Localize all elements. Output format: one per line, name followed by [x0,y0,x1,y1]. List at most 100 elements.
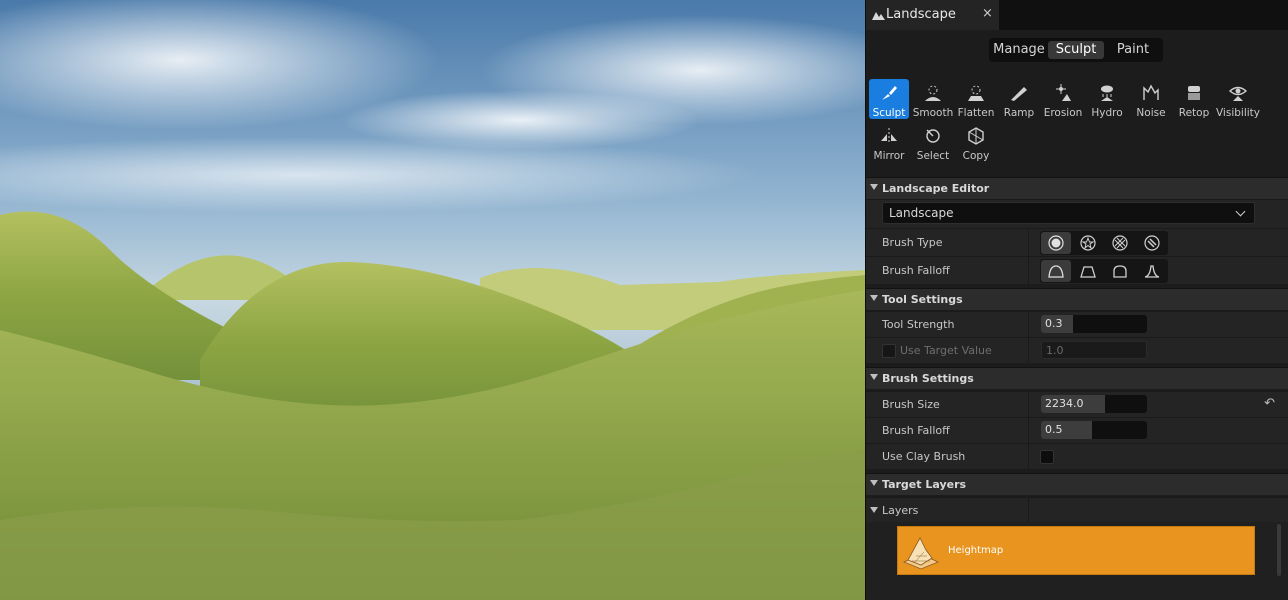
collapse-arrow-icon[interactable] [870,507,878,513]
brush-type-label: Brush Type [882,236,943,249]
collapse-arrow-icon [870,480,878,486]
smooth-icon [925,85,941,101]
brush-type-pattern-button[interactable] [1105,232,1135,254]
tab-landscape[interactable]: Landscape × [866,0,999,30]
section-title: Brush Settings [882,372,974,385]
section-brush-settings[interactable]: Brush Settings [866,367,1288,389]
component-brush-icon [1144,235,1160,251]
tool-strength-row: Tool Strength 0.3 [866,311,1288,337]
brush-size-label: Brush Size [882,398,940,411]
collapse-arrow-icon [870,184,878,190]
brush-falloff-label: Brush Falloff [882,424,950,437]
brush-falloff-row: Brush Falloff 0.5 [866,417,1288,443]
layers-label: Layers [882,504,919,517]
flatten-icon [968,85,984,101]
tool-mirror[interactable]: Mirror [869,122,909,162]
row-divider [1028,392,1029,417]
use-clay-brush-row: Use Clay Brush [866,443,1288,469]
section-target-layers[interactable]: Target Layers [866,473,1288,495]
reset-to-default-icon[interactable]: ↶ [1264,396,1275,411]
falloff-smooth-button[interactable] [1041,260,1071,282]
tab-bar: Landscape × [866,0,1288,30]
landscape-icon [872,12,885,20]
row-divider [1028,444,1029,469]
pattern-brush-icon [1112,235,1128,251]
layer-item-heightmap[interactable]: Heightmap [897,526,1255,575]
mode-sculpt[interactable]: Sculpt [1048,41,1104,59]
brush-type-component-button[interactable] [1137,232,1167,254]
landscape-panel: Landscape × Manage Sculpt Paint Sculpt S… [865,0,1288,600]
row-divider [1028,257,1029,284]
brush-type-selector [1040,231,1168,255]
tool-ramp[interactable]: Ramp [999,79,1039,119]
falloff-tip-button[interactable] [1137,260,1167,282]
use-target-value-label: Use Target Value [900,344,992,357]
section-landscape-editor[interactable]: Landscape Editor [866,177,1288,199]
target-value-field[interactable]: 1.0 [1041,341,1147,359]
section-title: Target Layers [882,478,967,491]
tool-flatten[interactable]: Flatten [956,79,996,119]
layers-row: Layers [866,497,1288,523]
chevron-down-icon [1235,206,1246,217]
tool-strength-field[interactable]: 0.3 [1041,315,1147,333]
tool-label: Visibility [1215,107,1260,119]
tool-copy[interactable]: Copy [956,122,996,162]
collapse-arrow-icon [870,374,878,380]
row-divider [1028,229,1029,256]
tip-falloff-icon [1144,265,1160,278]
mirror-icon [881,128,897,144]
tool-erosion[interactable]: Erosion [1043,79,1083,119]
brush-type-row: Brush Type [866,228,1288,256]
brush-falloff-value: 0.5 [1045,423,1063,436]
tab-title: Landscape [886,7,956,22]
brush-type-alpha-button[interactable] [1073,232,1103,254]
select-icon [926,129,940,143]
use-target-value-checkbox[interactable] [882,344,896,358]
falloff-type-selector [1040,259,1168,283]
section-title: Landscape Editor [882,182,990,195]
brush-size-field[interactable]: 2234.0 [1041,395,1147,413]
brush-size-value: 2234.0 [1045,397,1084,410]
collapse-arrow-icon [870,295,878,301]
tool-strength-label: Tool Strength [882,318,955,331]
close-icon[interactable]: × [982,6,993,21]
noise-icon [1143,84,1159,100]
layer-name: Heightmap [948,545,1004,556]
row-divider [1028,312,1029,337]
brush-size-row: Brush Size 2234.0 ↶ [866,391,1288,417]
landscape-dropdown[interactable]: Landscape [882,202,1255,224]
layers-list: Heightmap [866,522,1288,600]
row-divider [1028,338,1029,363]
tool-retop[interactable]: Retop [1174,79,1214,119]
circle-brush-icon [1048,235,1064,251]
brush-falloff-type-label: Brush Falloff [882,264,950,277]
row-divider [1028,418,1029,443]
copy-icon [968,127,984,145]
tool-label: Copy [962,150,990,162]
smooth-falloff-icon [1048,265,1064,278]
target-value: 1.0 [1046,344,1064,357]
tool-smooth[interactable]: Smooth [913,79,953,119]
mode-selector: Manage Sculpt Paint [989,38,1163,62]
brush-type-circle-button[interactable] [1041,232,1071,254]
brush-falloff-type-row: Brush Falloff [866,256,1288,284]
star-brush-icon [1080,235,1096,251]
use-clay-brush-checkbox[interactable] [1040,450,1054,464]
panel-scrollbar[interactable] [1277,524,1281,576]
level-viewport[interactable] [0,0,865,600]
use-clay-brush-label: Use Clay Brush [882,450,966,463]
section-tool-settings[interactable]: Tool Settings [866,288,1288,310]
falloff-spherical-button[interactable] [1105,260,1135,282]
mode-manage[interactable]: Manage [992,41,1046,59]
tool-sculpt[interactable]: Sculpt [869,79,909,119]
section-title: Tool Settings [882,293,963,306]
retop-icon [1188,86,1200,100]
tool-noise[interactable]: Noise [1131,79,1171,119]
brush-falloff-field[interactable]: 0.5 [1041,421,1147,439]
tool-hydro[interactable]: Hydro [1087,79,1127,119]
tool-select[interactable]: Select [913,122,953,162]
tool-visibility[interactable]: Visibility [1216,79,1260,119]
mode-paint[interactable]: Paint [1106,41,1160,59]
falloff-linear-button[interactable] [1073,260,1103,282]
use-target-value-row: Use Target Value 1.0 [866,337,1288,363]
